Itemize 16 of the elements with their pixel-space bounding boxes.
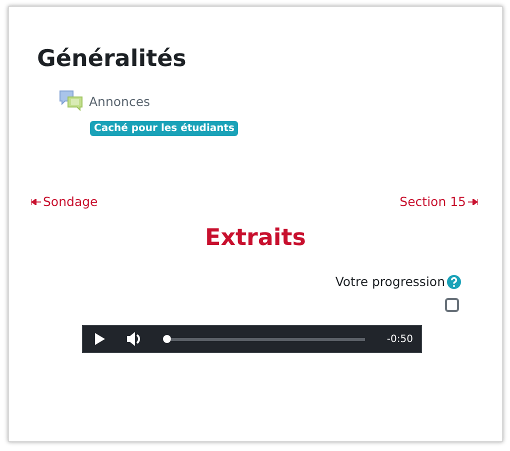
arrow-right-icon xyxy=(468,198,478,204)
play-icon[interactable] xyxy=(95,333,105,345)
forum-icon xyxy=(59,90,83,112)
activity-link[interactable]: Annonces xyxy=(89,94,150,108)
seek-handle[interactable] xyxy=(163,335,171,343)
completion-checkbox[interactable] xyxy=(445,298,459,312)
progress-label: Votre progression xyxy=(335,274,445,289)
section-heading: Extraits xyxy=(204,225,307,251)
volume-icon[interactable] xyxy=(127,332,141,346)
hidden-badge: Caché pour les étudiants xyxy=(90,121,238,136)
arrow-left-icon xyxy=(31,198,41,204)
time-remaining: -0:50 xyxy=(386,334,413,344)
previous-section-link[interactable]: Sondage xyxy=(31,194,98,209)
help-icon[interactable] xyxy=(447,274,461,288)
next-section-link[interactable]: Section 15 xyxy=(400,194,478,209)
section-title: Généralités xyxy=(37,45,188,73)
